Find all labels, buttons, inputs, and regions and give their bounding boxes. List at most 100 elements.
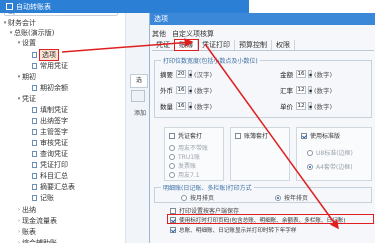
rate-width-field: 汇率 12 ◆ (数字) [280,85,332,95]
next-year-checkbox[interactable] [170,227,176,233]
rate-input[interactable]: 12 [296,86,306,94]
ledger-template-checkbox[interactable] [235,132,241,139]
voucher-type-2[interactable]: TRU1账 [169,152,200,161]
foreign-input[interactable]: 16 [176,86,186,94]
ledger-type-1[interactable]: U8标准(边框) [307,148,353,157]
tab-ledger[interactable]: 账簿 [174,39,199,51]
voucher-type-3-label: 发票账 [178,163,197,170]
rate-spin-icon[interactable]: ◆ [308,86,312,94]
tab-permission[interactable]: 权限 [272,40,295,50]
tree-node-label: 总账(演示版) [14,29,55,37]
print-mode-year[interactable]: 按年排页 [275,193,308,202]
voucher-template-option[interactable]: 凭证套打 [169,131,202,140]
amount-input[interactable]: 16 [296,70,306,78]
voucher-type-4-label: 用友7.1 [178,172,200,179]
tree-node-label: 综合辅助账 [22,239,57,243]
tree-node[interactable]: 期初余额 [26,83,68,93]
print-mode-title: 明细账(日记账、多栏账)打印方式 [161,183,254,192]
tree-node[interactable]: ▾ 总账(演示版) [8,28,55,38]
ledger-template-option[interactable]: 账簿套打 [235,131,268,140]
tree-node[interactable]: ▾ 凭证 [16,94,36,104]
next-year-option[interactable]: 总账、明细账、日记账显示并打印时转下年字样 [170,226,296,234]
tree-node[interactable]: › 账表 [16,227,36,237]
ledger-type-2-radio[interactable] [307,163,313,170]
document-icon [32,151,37,157]
standard-template-box: 使用标准版 U8标准(边框) A4套带(边框) [296,127,372,181]
print-mode-month[interactable]: 按月排页 [181,193,214,202]
tree-node[interactable]: › 综合辅助账 [16,238,57,243]
tree-node-label: 记账 [40,194,54,202]
select-button[interactable]: 选 [130,74,148,88]
tree-node[interactable]: ▾ 期初 [16,72,36,82]
ledger-type-2[interactable]: A4套带(边框) [307,162,353,171]
document-icon [32,52,37,58]
voucher-type-3-radio[interactable] [169,162,175,169]
summary-input[interactable]: 20 [176,70,186,78]
tree-node[interactable]: ▾ 财务会计 [2,18,36,28]
tab-other[interactable]: 其他 [152,29,166,39]
tree-node-label: 现金流量表 [22,217,57,225]
voucher-type-1-radio[interactable] [169,144,175,151]
tree-node[interactable]: › 现金流量表 [16,216,57,226]
option-highlight [167,214,374,224]
summary-spin-icon[interactable]: ◆ [188,70,192,78]
tree-node[interactable]: 常用凭证 [26,61,68,71]
voucher-type-1[interactable]: 用友不带账 [169,143,208,152]
tree-node[interactable]: 选项 [26,49,59,61]
quantity-unit: (数字) [194,103,213,111]
quantity-width-field: 数量 16 ◆ (数字) [160,101,212,111]
voucher-type-2-radio[interactable] [169,153,175,160]
summary-width-field: 摘要 20 ◆ (汉字) [160,69,212,79]
tab-voucher-print[interactable]: 凭证打印 [198,40,235,50]
tab-custom-items[interactable]: 自定义项核算 [172,29,214,39]
print-mode-year-radio[interactable] [275,194,281,201]
voucher-type-4[interactable]: 用友7.1 [169,170,200,179]
tree-node[interactable]: 凭证打印 [26,160,68,170]
price-spin-icon[interactable]: ◆ [308,102,312,110]
navigation-panel: 请输入您要搜索的功能 ▾财务会计▾总账(演示版)▾设置选项常用凭证▾期初期初余额… [0,0,126,243]
standard-template-checkbox[interactable] [301,132,307,139]
quantity-input[interactable]: 16 [176,102,186,110]
tree-node[interactable]: 科目汇总 [26,171,68,181]
add-label[interactable]: 添加 [134,108,146,117]
tree-node-label: 科目汇总 [40,172,68,180]
print-mode-month-radio[interactable] [181,194,187,201]
price-unit: (数字) [314,103,333,111]
standard-template-option[interactable]: 使用标准版 [301,131,340,140]
tree-node[interactable]: 摘要汇总表 [26,182,75,192]
active-tab[interactable]: 自动转账表 [0,0,249,13]
tab-voucher[interactable]: 凭证 [152,40,175,50]
dialog-title: 选项 [150,13,375,25]
amount-spin-icon[interactable]: ◆ [308,70,312,78]
tree-node[interactable]: 主管签字 [26,127,68,137]
tree-node[interactable]: 出纳签字 [26,116,68,126]
ledger-type-2-label: A4套带(边框) [316,164,353,171]
tree-node-label: 期初 [22,73,36,81]
tree-node[interactable]: 填制凭证 [26,105,68,115]
price-input[interactable]: 12 [296,102,306,110]
document-icon [32,195,37,201]
foreign-spin-icon[interactable]: ◆ [188,86,192,94]
toolbar-icon[interactable] [131,90,145,102]
print-width-title: 打印位数宽度(包括小数点及小数位) [161,56,260,65]
print-mode-section: 明细账(日记账、多栏账)打印方式 按月排页 按年排页 [154,183,372,203]
tree-node[interactable]: 查询凭证 [26,149,68,159]
tree-node-label: 主管签字 [40,128,68,136]
ledger-type-1-radio[interactable] [307,149,313,156]
voucher-type-3[interactable]: 发票账 [169,161,196,170]
tree-node[interactable]: 审核凭证 [26,138,68,148]
voucher-template-label: 凭证套打 [178,133,203,140]
tree-node-label: 凭证 [22,95,36,103]
price-label: 单价 [280,103,293,111]
tree-node[interactable]: › 出纳 [16,205,36,215]
tree-node[interactable]: 记账 [26,193,54,203]
tree-node[interactable]: ▾ 设置 [16,38,36,48]
voucher-template-checkbox[interactable] [169,132,175,139]
quantity-spin-icon[interactable]: ◆ [188,102,192,110]
tree-node-label: 财务会计 [8,19,36,27]
tabs-row-top: 其他 自定义项核算 [152,29,214,39]
save-print-setting-checkbox[interactable] [170,207,176,214]
workspace-strip [126,0,149,243]
tab-budget-control[interactable]: 预算控制 [235,40,272,50]
voucher-type-4-radio[interactable] [169,171,175,178]
